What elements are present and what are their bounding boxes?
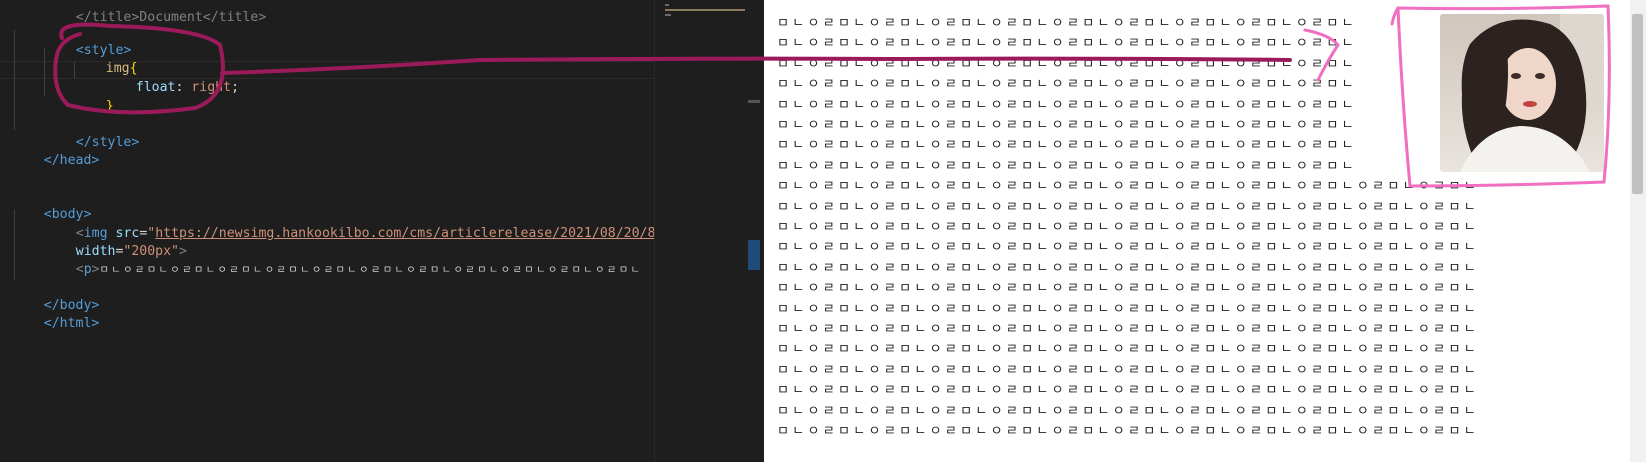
code-line-brace-close: }: [105, 99, 114, 114]
code-line-title: </title>Document</title>: [75, 10, 267, 25]
paragraph-line: ㅁㄴㅇㄹㅁㄴㅇㄹㅁㄴㅇㄹㅁㄴㅇㄹㅁㄴㅇㄹㅁㄴㅇㄹㅁㄴㅇㄹㅁㄴㅇㄹㅁㄴㅇㄹㅁㄴㅇㄹ…: [777, 220, 1479, 235]
indent-guide: [14, 30, 15, 130]
paragraph-line: ㅁㄴㅇㄹㅁㄴㅇㄹㅁㄴㅇㄹㅁㄴㅇㄹㅁㄴㅇㄹㅁㄴㅇㄹㅁㄴㅇㄹㅁㄴㅇㄹㅁㄴㅇㄹㅁㄴㅇㄹ…: [777, 281, 1479, 297]
paragraph-line: ㅁㄴㅇㄹㅁㄴㅇㄹㅁㄴㅇㄹㅁㄴㅇㄹㅁㄴㅇㄹㅁㄴㅇㄹㅁㄴㅇㄹㅁㄴㅇㄹㅁㄴㅇㄹㅁㄴ: [777, 97, 1357, 113]
paragraph-line: ㅁㄴㅇㄹㅁㄴㅇㄹㅁㄴㅇㄹㅁㄴㅇㄹㅁㄴㅇㄹㅁㄴㅇㄹㅁㄴㅇㄹㅁㄴㅇㄹㅁㄴㅇㄹㅁㄴㅇㄹ…: [777, 424, 1479, 439]
paragraph-line: ㅁㄴㅇㄹㅁㄴㅇㄹㅁㄴㅇㄹㅁㄴㅇㄹㅁㄴㅇㄹㅁㄴㅇㄹㅁㄴㅇㄹㅁㄴㅇㄹㅁㄴㅇㄹㅁㄴㅇㄹ…: [777, 179, 1479, 195]
paragraph-line: ㅁㄴㅇㄹㅁㄴㅇㄹㅁㄴㅇㄹㅁㄴㅇㄹㅁㄴㅇㄹㅁㄴㅇㄹㅁㄴㅇㄹㅁㄴㅇㄹㅁㄴㅇㄹㅁㄴ: [777, 138, 1357, 154]
paragraph-line: ㅁㄴㅇㄹㅁㄴㅇㄹㅁㄴㅇㄹㅁㄴㅇㄹㅁㄴㅇㄹㅁㄴㅇㄹㅁㄴㅇㄹㅁㄴㅇㄹㅁㄴㅇㄹㅁㄴㅇㄹ…: [777, 342, 1479, 358]
paragraph-line: ㅁㄴㅇㄹㅁㄴㅇㄹㅁㄴㅇㄹㅁㄴㅇㄹㅁㄴㅇㄹㅁㄴㅇㄹㅁㄴㅇㄹㅁㄴㅇㄹㅁㄴㅇㄹㅁㄴ: [777, 77, 1357, 93]
code-line-html-close: </html>: [43, 316, 100, 331]
editor-scrollbar-thumb[interactable]: [748, 240, 760, 270]
code-line-declaration: float: right;: [135, 80, 240, 95]
code-line-body-open: <body>: [43, 207, 92, 222]
code-line-style-open: <style>: [75, 43, 132, 58]
paragraph-line: ㅁㄴㅇㄹㅁㄴㅇㄹㅁㄴㅇㄹㅁㄴㅇㄹㅁㄴㅇㄹㅁㄴㅇㄹㅁㄴㅇㄹㅁㄴㅇㄹㅁㄴㅇㄹㅁㄴㅇㄹ…: [777, 403, 1479, 419]
code-line-width: width="200px">: [75, 244, 187, 259]
code-line-style-close: </style>: [75, 135, 140, 150]
code-line-selector: img{: [105, 61, 138, 76]
paragraph-line: ㅁㄴㅇㄹㅁㄴㅇㄹㅁㄴㅇㄹㅁㄴㅇㄹㅁㄴㅇㄹㅁㄴㅇㄹㅁㄴㅇㄹㅁㄴㅇㄹㅁㄴㅇㄹㅁㄴㅇㄹ…: [777, 240, 1479, 256]
minimap-line: [665, 4, 669, 6]
paragraph-line: ㅁㄴㅇㄹㅁㄴㅇㄹㅁㄴㅇㄹㅁㄴㅇㄹㅁㄴㅇㄹㅁㄴㅇㄹㅁㄴㅇㄹㅁㄴㅇㄹㅁㄴㅇㄹㅁㄴㅇㄹ…: [777, 362, 1479, 378]
code-line-body-close: </body>: [43, 298, 100, 313]
img-src-link[interactable]: https://newsimg.hankookilbo.com/cms/arti…: [155, 226, 654, 241]
paragraph-line: ㅁㄴㅇㄹㅁㄴㅇㄹㅁㄴㅇㄹㅁㄴㅇㄹㅁㄴㅇㄹㅁㄴㅇㄹㅁㄴㅇㄹㅁㄴㅇㄹㅁㄴㅇㄹㅁㄴ: [777, 118, 1357, 133]
paragraph-line: ㅁㄴㅇㄹㅁㄴㅇㄹㅁㄴㅇㄹㅁㄴㅇㄹㅁㄴㅇㄹㅁㄴㅇㄹㅁㄴㅇㄹㅁㄴㅇㄹㅁㄴㅇㄹㅁㄴㅇㄹ…: [777, 322, 1479, 337]
minimap[interactable]: [654, 0, 765, 462]
code-line-p: <p>ㅁㄴㅇㄹㅁㄴㅇㄹㅁㄴㅇㄹㅁㄴㅇㄹㅁㄴㅇㄹㅁㄴㅇㄹㅁㄴㅇㄹㅁㄴㅇㄹㅁㄴㅇㄹㅁ…: [75, 262, 643, 277]
paragraph-line: ㅁㄴㅇㄹㅁㄴㅇㄹㅁㄴㅇㄹㅁㄴㅇㄹㅁㄴㅇㄹㅁㄴㅇㄹㅁㄴㅇㄹㅁㄴㅇㄹㅁㄴㅇㄹㅁㄴ: [777, 158, 1357, 174]
minimap-line: [665, 9, 745, 11]
floated-image: [1440, 14, 1604, 172]
preview-scrollbar-thumb[interactable]: [1632, 14, 1643, 194]
paragraph-line: ㅁㄴㅇㄹㅁㄴㅇㄹㅁㄴㅇㄹㅁㄴㅇㄹㅁㄴㅇㄹㅁㄴㅇㄹㅁㄴㅇㄹㅁㄴㅇㄹㅁㄴㅇㄹㅁㄴㅇㄹ…: [777, 199, 1479, 215]
paragraph-line: ㅁㄴㅇㄹㅁㄴㅇㄹㅁㄴㅇㄹㅁㄴㅇㄹㅁㄴㅇㄹㅁㄴㅇㄹㅁㄴㅇㄹㅁㄴㅇㄹㅁㄴㅇㄹㅁㄴ: [777, 16, 1357, 31]
paragraph-line: ㅁㄴㅇㄹㅁㄴㅇㄹㅁㄴㅇㄹㅁㄴㅇㄹㅁㄴㅇㄹㅁㄴㅇㄹㅁㄴㅇㄹㅁㄴㅇㄹㅁㄴㅇㄹㅁㄴㅇㄹ…: [777, 383, 1479, 399]
paragraph-line: ㅁㄴㅇㄹㅁㄴㅇㄹㅁㄴㅇㄹㅁㄴㅇㄹㅁㄴㅇㄹㅁㄴㅇㄹㅁㄴㅇㄹㅁㄴㅇㄹㅁㄴㅇㄹㅁㄴㅇㄹ…: [777, 260, 1479, 276]
paragraph-line: ㅁㄴㅇㄹㅁㄴㅇㄹㅁㄴㅇㄹㅁㄴㅇㄹㅁㄴㅇㄹㅁㄴㅇㄹㅁㄴㅇㄹㅁㄴㅇㄹㅁㄴㅇㄹㅁㄴㅇㄹ…: [777, 301, 1479, 317]
code-editor[interactable]: </title>Document</title> <style> img{ fl…: [0, 0, 654, 462]
code-line-img: <img src="https://newsimg.hankookilbo.co…: [44, 207, 654, 241]
minimap-line: [665, 14, 671, 16]
editor-scroll-marker: [748, 100, 760, 103]
code-line-head-close: </head>: [43, 153, 100, 168]
paragraph-line: ㅁㄴㅇㄹㅁㄴㅇㄹㅁㄴㅇㄹㅁㄴㅇㄹㅁㄴㅇㄹㅁㄴㅇㄹㅁㄴㅇㄹㅁㄴㅇㄹㅁㄴㅇㄹㅁㄴ: [777, 36, 1357, 52]
paragraph-line: ㅁㄴㅇㄹㅁㄴㅇㄹㅁㄴㅇㄹㅁㄴㅇㄹㅁㄴㅇㄹㅁㄴㅇㄹㅁㄴㅇㄹㅁㄴㅇㄹㅁㄴㅇㄹㅁㄴ: [777, 56, 1357, 72]
